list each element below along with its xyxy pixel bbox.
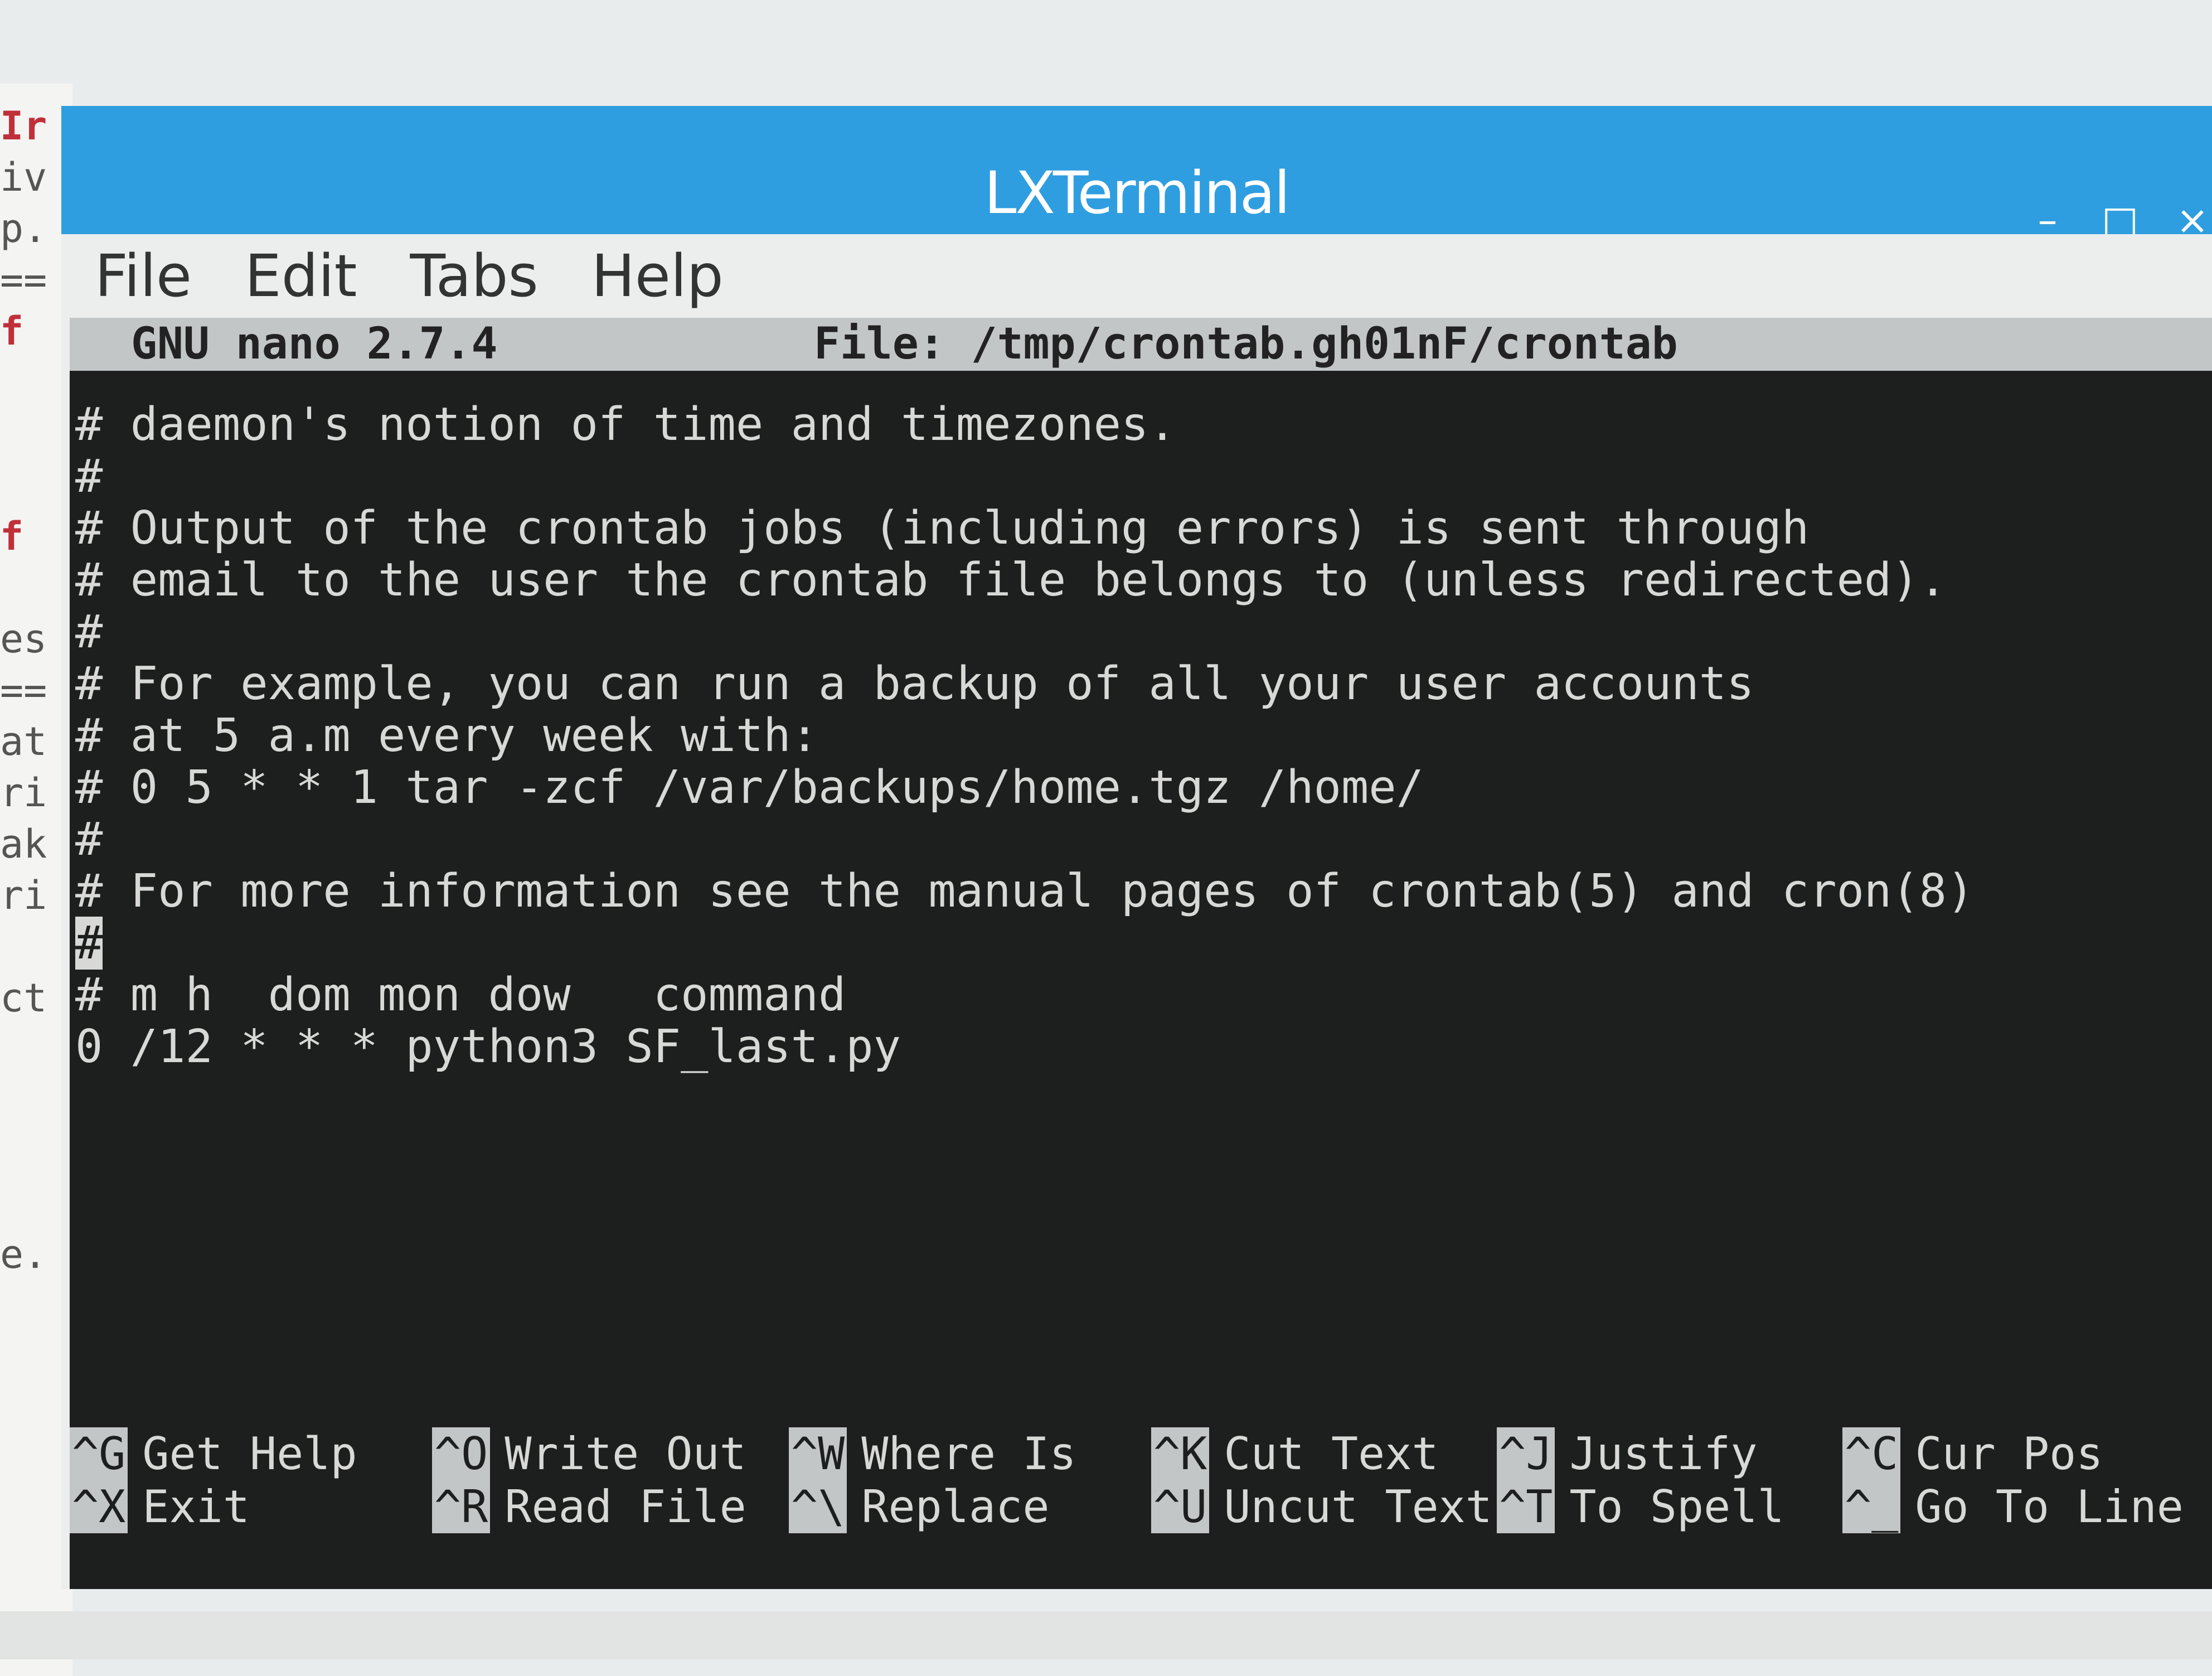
shortcut-key: ^O xyxy=(432,1427,491,1480)
shortcut-label: Where Is xyxy=(861,1428,1076,1480)
terminal-area[interactable]: GNU nano 2.7.4 File: /tmp/crontab.gh01nF… xyxy=(70,318,2212,1589)
shortcut-label: Write Out xyxy=(505,1428,746,1480)
shortcut-label: Justify xyxy=(1569,1428,1758,1480)
shortcut-label: Replace xyxy=(861,1481,1050,1533)
menu-help[interactable]: Help xyxy=(591,242,724,310)
editor-line[interactable]: # xyxy=(75,917,2212,970)
shortcut-key: ^R xyxy=(432,1480,491,1533)
shortcut-get-help[interactable]: ^G Get Help xyxy=(70,1427,357,1480)
shortcut-label: Cut Text xyxy=(1224,1428,1439,1480)
shortcut-bar: ^G Get Help ^X Exit ^O Write Out ^R Read File ^W… xyxy=(70,1427,2212,1544)
nano-header: GNU nano 2.7.4 File: /tmp/crontab.gh01nF… xyxy=(70,318,2212,371)
title-bar[interactable]: LXTerminal – □ × xyxy=(61,106,2212,240)
shortcut-go-to-line[interactable]: ^_ Go To Line xyxy=(1842,1480,2184,1533)
shortcut-label: Read File xyxy=(505,1481,746,1533)
shortcut-key: ^U xyxy=(1151,1480,1210,1533)
shortcut-uncut-text[interactable]: ^U Uncut Text xyxy=(1151,1480,1492,1533)
editor-line[interactable]: # For example, you can run a backup of a… xyxy=(75,658,2212,710)
text-cursor: # xyxy=(75,917,103,970)
editor-line[interactable]: # xyxy=(75,451,2212,502)
shortcut-label: Go To Line xyxy=(1915,1481,2184,1533)
lxterminal-window: LXTerminal – □ × File Edit Tabs Help GNU… xyxy=(61,106,2212,1589)
shortcut-key: ^G xyxy=(70,1427,128,1480)
shortcut-key: ^_ xyxy=(1842,1480,1901,1533)
shortcut-replace[interactable]: ^\ Replace xyxy=(789,1480,1049,1533)
editor-line[interactable]: # email to the user the crontab file bel… xyxy=(75,554,2212,606)
editor-line[interactable]: # For more information see the manual pa… xyxy=(75,865,2212,917)
shortcut-key: ^X xyxy=(70,1480,128,1533)
shortcut-label: To Spell xyxy=(1569,1481,1784,1533)
editor-line[interactable]: # xyxy=(75,606,2212,658)
editor-line[interactable]: 0 /12 * * * python3 SF_last.py xyxy=(75,1021,2212,1073)
menu-tabs[interactable]: Tabs xyxy=(410,242,538,310)
shortcut-key: ^T xyxy=(1497,1480,1555,1533)
shortcut-key: ^J xyxy=(1497,1427,1555,1480)
editor-line[interactable]: # 0 5 * * 1 tar -zcf /var/backups/home.t… xyxy=(75,762,2212,813)
shortcut-label: Exit xyxy=(142,1481,250,1533)
window-title: LXTerminal xyxy=(984,159,1291,227)
nano-file-path: File: /tmp/crontab.gh01nF/crontab xyxy=(814,319,1678,369)
editor-buffer[interactable]: # daemon's notion of time and timezones.… xyxy=(75,399,2212,1073)
shortcut-justify[interactable]: ^J Justify xyxy=(1497,1427,1757,1480)
shortcut-key: ^\ xyxy=(789,1480,847,1533)
maximize-icon[interactable]: □ xyxy=(2101,201,2140,240)
shortcut-key: ^C xyxy=(1842,1427,1901,1480)
nano-version: GNU nano 2.7.4 xyxy=(131,319,498,369)
shortcut-label: Get Help xyxy=(142,1428,357,1480)
menu-file[interactable]: File xyxy=(95,242,192,310)
shortcut-to-spell[interactable]: ^T To Spell xyxy=(1497,1480,1784,1533)
editor-line[interactable]: # at 5 a.m every week with: xyxy=(75,710,2212,762)
shortcut-key: ^K xyxy=(1151,1427,1210,1480)
shortcut-label: Cur Pos xyxy=(1915,1428,2103,1480)
editor-line[interactable]: # xyxy=(75,813,2212,865)
minimize-icon[interactable]: – xyxy=(2028,201,2067,240)
shortcut-key: ^W xyxy=(789,1427,847,1480)
shortcut-write-out[interactable]: ^O Write Out xyxy=(432,1427,746,1480)
shortcut-where-is[interactable]: ^W Where Is xyxy=(789,1427,1076,1480)
shortcut-label: Uncut Text xyxy=(1224,1481,1492,1533)
shortcut-read-file[interactable]: ^R Read File xyxy=(432,1480,746,1533)
close-icon[interactable]: × xyxy=(2173,201,2212,240)
editor-line[interactable]: # Output of the crontab jobs (including … xyxy=(75,502,2212,554)
shortcut-cur-pos[interactable]: ^C Cur Pos xyxy=(1842,1427,2103,1480)
editor-line[interactable]: # m h dom mon dow command xyxy=(75,969,2212,1021)
shortcut-exit[interactable]: ^X Exit xyxy=(70,1480,250,1533)
shortcut-cut-text[interactable]: ^K Cut Text xyxy=(1151,1427,1439,1480)
menu-bar: File Edit Tabs Help xyxy=(61,234,2212,318)
editor-line[interactable]: # daemon's notion of time and timezones. xyxy=(75,399,2212,451)
menu-edit[interactable]: Edit xyxy=(245,242,357,310)
desktop-strip xyxy=(0,1611,2212,1659)
